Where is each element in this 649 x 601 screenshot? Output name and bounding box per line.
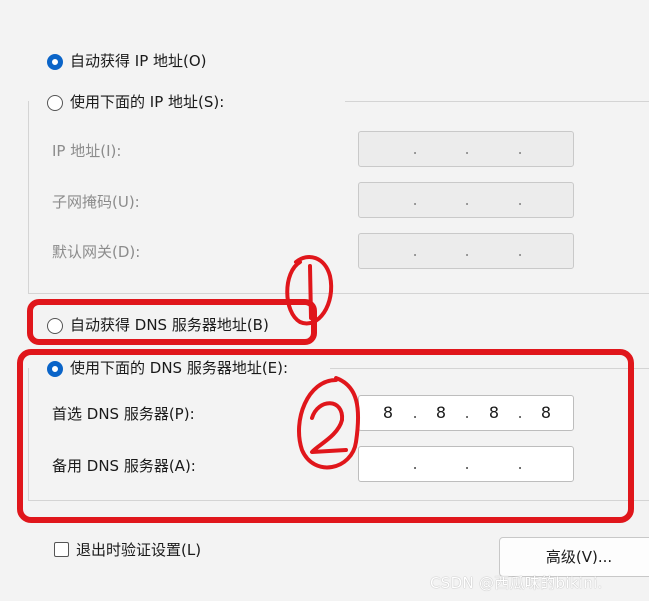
alternate-dns-octet-2 xyxy=(428,447,454,481)
gateway-label: 默认网关(D): xyxy=(52,243,141,261)
gateway-field: ... xyxy=(358,233,574,269)
ip-group-bottom-border xyxy=(28,293,649,294)
auto-ip-label[interactable]: 自动获得 IP 地址(O) xyxy=(70,50,207,71)
validate-checkbox[interactable] xyxy=(54,542,69,557)
preferred-dns-octet-2: 8 xyxy=(435,403,447,422)
ip-group-left-border xyxy=(28,101,29,293)
preferred-dns-label: 首选 DNS 服务器(P): xyxy=(52,405,195,423)
dns-group-bottom-border xyxy=(28,500,649,501)
preferred-dns-octet-3: 8 xyxy=(488,403,500,422)
annotation-digit-1-stroke xyxy=(308,264,313,320)
ip-address-label: IP 地址(I): xyxy=(52,142,122,160)
preferred-dns-octet-4: 8 xyxy=(540,403,552,422)
preferred-dns-octet-1: 8 xyxy=(382,403,394,422)
alternate-dns-octet-4 xyxy=(533,447,559,481)
manual-dns-radio[interactable] xyxy=(47,361,63,377)
dns-group-left-border xyxy=(28,368,29,500)
advanced-button[interactable]: 高级(V)... xyxy=(499,537,649,577)
csdn-watermark: CSDN @西瓜味的bikini. xyxy=(430,574,603,592)
auto-dns-label[interactable]: 自动获得 DNS 服务器地址(B) xyxy=(70,314,269,335)
validate-label[interactable]: 退出时验证设置(L) xyxy=(76,539,201,560)
manual-ip-radio[interactable] xyxy=(47,95,63,111)
alternate-dns-octet-3 xyxy=(481,447,507,481)
ip-group-top-border xyxy=(345,101,649,102)
dns-group-top-border xyxy=(330,368,649,369)
ip-address-field: ... xyxy=(358,131,574,167)
manual-ip-label[interactable]: 使用下面的 IP 地址(S): xyxy=(70,91,224,112)
subnet-field: ... xyxy=(358,182,574,218)
alternate-dns-octet-1 xyxy=(375,447,401,481)
annotation-circle-2 xyxy=(297,376,361,470)
auto-dns-radio[interactable] xyxy=(47,318,63,334)
subnet-label: 子网掩码(U): xyxy=(52,193,140,211)
preferred-dns-field[interactable]: 8 . 8 . 8 . 8 xyxy=(358,395,574,431)
manual-dns-label[interactable]: 使用下面的 DNS 服务器地址(E): xyxy=(70,357,288,378)
alternate-dns-label: 备用 DNS 服务器(A): xyxy=(52,457,196,475)
annotation-digit-2-stroke xyxy=(310,401,348,454)
alternate-dns-field[interactable]: . . . xyxy=(358,446,574,482)
annotation-circle-1 xyxy=(285,255,334,326)
auto-ip-radio[interactable] xyxy=(47,54,63,70)
